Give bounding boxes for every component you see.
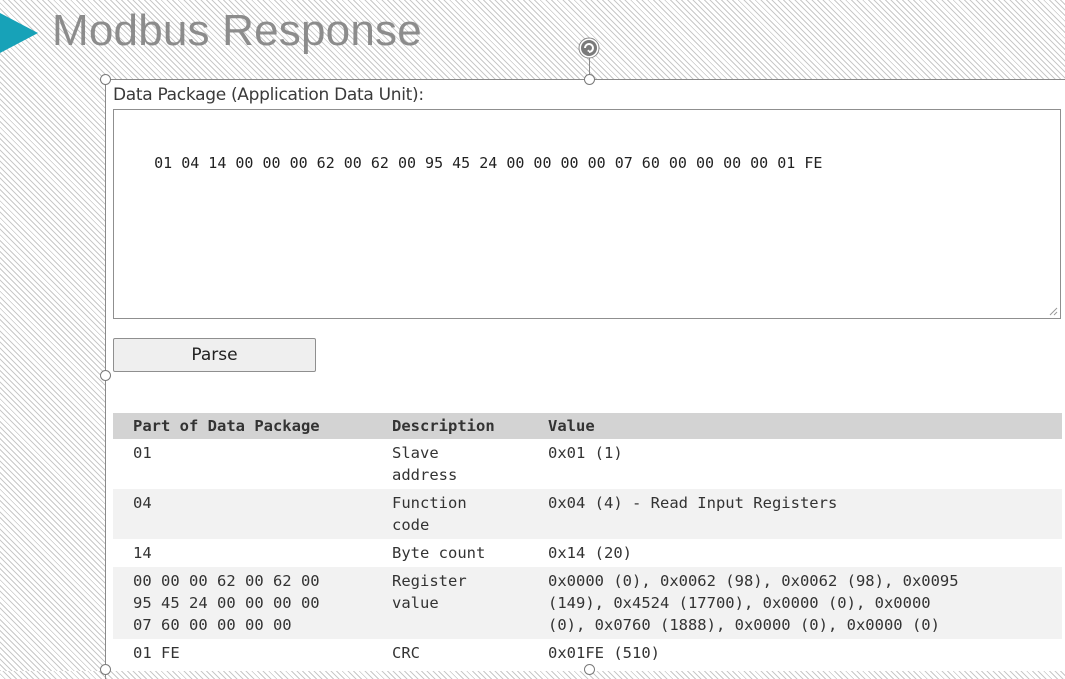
resize-grip-icon[interactable] — [1048, 306, 1058, 316]
page-title: Modbus Response — [52, 6, 422, 55]
cell-description: Function code — [392, 494, 467, 534]
header-value: Value — [548, 417, 595, 435]
data-package-textarea[interactable]: 01 04 14 00 00 00 62 00 62 00 95 45 24 0… — [113, 109, 1061, 319]
table-row: 01 FE CRC 0x01FE (510) — [113, 639, 1062, 667]
modbus-panel: Data Package (Application Data Unit): 01… — [106, 80, 1065, 671]
header-part: Part of Data Package — [133, 417, 320, 435]
cell-description: Slave address — [392, 444, 458, 484]
cell-part: 01 FE — [133, 644, 180, 662]
cell-part: 04 — [133, 494, 152, 512]
cell-value: 0x01 (1) — [548, 444, 623, 462]
resize-handle-middle-left[interactable] — [100, 370, 111, 381]
cell-value: 0x01FE (510) — [548, 644, 660, 662]
resize-handle-top-left[interactable] — [100, 74, 111, 85]
cell-description: Register value — [392, 572, 467, 612]
table-row: 04 Function code 0x04 (4) - Read Input R… — [113, 489, 1062, 539]
table-row: 01 Slave address 0x01 (1) — [113, 439, 1062, 489]
cell-description: Byte count — [392, 544, 486, 562]
textarea-label: Data Package (Application Data Unit): — [113, 85, 424, 105]
resize-handle-bottom-left[interactable] — [100, 664, 111, 675]
table-row: 00 00 00 62 00 62 00 95 45 24 00 00 00 0… — [113, 567, 1062, 639]
resize-handle-bottom-center[interactable] — [584, 664, 595, 675]
cell-description: CRC — [392, 644, 420, 662]
resize-handle-top-center[interactable] — [584, 74, 595, 85]
triangle-icon — [0, 13, 38, 53]
cell-value: 0x0000 (0), 0x0062 (98), 0x0062 (98), 0x… — [548, 572, 959, 634]
cell-value: 0x04 (4) - Read Input Registers — [548, 494, 838, 512]
cell-part: 01 — [133, 444, 152, 462]
cell-part: 00 00 00 62 00 62 00 95 45 24 00 00 00 0… — [133, 572, 320, 634]
table-header-row: Part of Data Package Description Value — [113, 413, 1062, 439]
rotate-icon[interactable] — [578, 37, 600, 59]
cell-value: 0x14 (20) — [548, 544, 632, 562]
data-package-value: 01 04 14 00 00 00 62 00 62 00 95 45 24 0… — [154, 154, 823, 172]
response-table: Part of Data Package Description Value 0… — [113, 413, 1062, 667]
cell-part: 14 — [133, 544, 152, 562]
header-description: Description — [392, 417, 495, 435]
parse-button[interactable]: Parse — [113, 338, 316, 372]
table-row: 14 Byte count 0x14 (20) — [113, 539, 1062, 567]
